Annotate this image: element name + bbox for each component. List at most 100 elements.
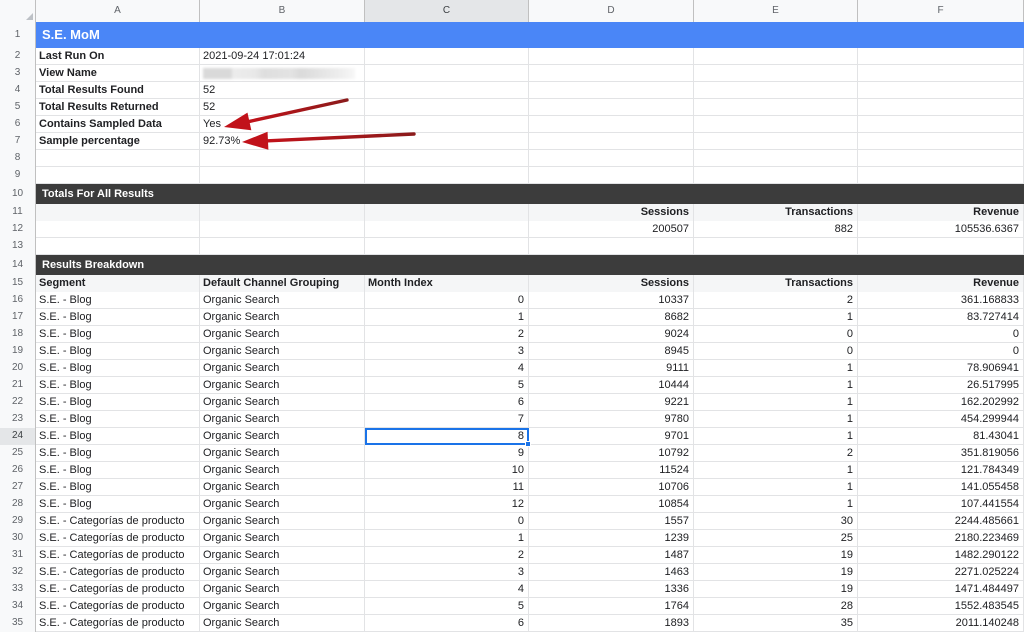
empty-cell[interactable]: [694, 99, 858, 116]
cell-month-index[interactable]: 3: [365, 343, 529, 360]
cell-month-index[interactable]: 0: [365, 513, 529, 530]
cell-transactions[interactable]: 35: [694, 615, 858, 632]
cell-channel-grouping[interactable]: Organic Search: [200, 309, 365, 326]
empty-cell[interactable]: [694, 133, 858, 150]
cell-sessions[interactable]: 9701: [529, 428, 694, 445]
table-row[interactable]: 18 S.E. - Blog Organic Search 2 9024 0 0: [0, 326, 1024, 343]
cell-transactions[interactable]: 19: [694, 564, 858, 581]
row-header-20[interactable]: 20: [0, 360, 36, 377]
totals-header-revenue[interactable]: Revenue: [858, 204, 1024, 221]
empty-cell[interactable]: [529, 99, 694, 116]
title-banner-cell[interactable]: S.E. MoM: [36, 22, 1024, 48]
column-header-d[interactable]: D: [529, 0, 694, 22]
row-header-32[interactable]: 32: [0, 564, 36, 581]
table-row[interactable]: 7 Sample percentage 92.73%: [0, 133, 1024, 150]
cell-segment[interactable]: S.E. - Categorías de producto: [36, 513, 200, 530]
cell-segment[interactable]: S.E. - Blog: [36, 377, 200, 394]
empty-cell[interactable]: [858, 65, 1024, 82]
empty-cell[interactable]: [529, 48, 694, 65]
empty-cell[interactable]: [858, 133, 1024, 150]
empty-cell[interactable]: [365, 133, 529, 150]
summary-value-sample-percentage[interactable]: 92.73%: [200, 133, 365, 150]
row-header-12[interactable]: 12: [0, 221, 36, 238]
table-row[interactable]: 5 Total Results Returned 52: [0, 99, 1024, 116]
cell-transactions[interactable]: 1: [694, 428, 858, 445]
cell-month-index[interactable]: 10: [365, 462, 529, 479]
row-header-3[interactable]: 3: [0, 65, 36, 82]
row-header-19[interactable]: 19: [0, 343, 36, 360]
cell-sessions[interactable]: 9111: [529, 360, 694, 377]
empty-cell[interactable]: [694, 48, 858, 65]
cell-channel-grouping[interactable]: Organic Search: [200, 292, 365, 309]
table-row[interactable]: 3 View Name: [0, 65, 1024, 82]
spreadsheet-canvas[interactable]: A B C D E F 1 S.E. MoM 2 Last Run On 202…: [0, 0, 1024, 639]
row-header-25[interactable]: 25: [0, 445, 36, 462]
select-all-corner[interactable]: [0, 0, 36, 22]
table-row[interactable]: 19 S.E. - Blog Organic Search 3 8945 0 0: [0, 343, 1024, 360]
column-header-f[interactable]: F: [858, 0, 1024, 22]
row-header-23[interactable]: 23: [0, 411, 36, 428]
breakdown-header-sessions[interactable]: Sessions: [529, 275, 694, 292]
cell-channel-grouping[interactable]: Organic Search: [200, 581, 365, 598]
cell-sessions[interactable]: 1463: [529, 564, 694, 581]
cell-revenue[interactable]: 83.727414: [858, 309, 1024, 326]
cell-segment[interactable]: S.E. - Categorías de producto: [36, 530, 200, 547]
cell-segment[interactable]: S.E. - Blog: [36, 445, 200, 462]
row-header-27[interactable]: 27: [0, 479, 36, 496]
cell-segment[interactable]: S.E. - Blog: [36, 428, 200, 445]
table-row[interactable]: 31 S.E. - Categorías de producto Organic S…: [0, 547, 1024, 564]
cell-channel-grouping[interactable]: Organic Search: [200, 598, 365, 615]
totals-value-transactions[interactable]: 882: [694, 221, 858, 238]
cell-revenue[interactable]: 78.906941: [858, 360, 1024, 377]
row-header-13[interactable]: 13: [0, 238, 36, 255]
table-row[interactable]: 23 S.E. - Blog Organic Search 7 9780 1 454.299…: [0, 411, 1024, 428]
cell-channel-grouping[interactable]: Organic Search: [200, 445, 365, 462]
table-row[interactable]: 25 S.E. - Blog Organic Search 9 10792 2 351.81…: [0, 445, 1024, 462]
row-header-26[interactable]: 26: [0, 462, 36, 479]
table-row[interactable]: 4 Total Results Found 52: [0, 82, 1024, 99]
row-header-10[interactable]: 10: [0, 184, 36, 204]
cell-sessions[interactable]: 1764: [529, 598, 694, 615]
cell-channel-grouping[interactable]: Organic Search: [200, 394, 365, 411]
cell-month-index[interactable]: 0: [365, 292, 529, 309]
cell-sessions[interactable]: 9780: [529, 411, 694, 428]
breakdown-header-revenue[interactable]: Revenue: [858, 275, 1024, 292]
empty-cell[interactable]: [36, 150, 200, 167]
cell-channel-grouping[interactable]: Organic Search: [200, 343, 365, 360]
cell-revenue[interactable]: 2271.025224: [858, 564, 1024, 581]
empty-cell[interactable]: [365, 238, 529, 255]
row-header-29[interactable]: 29: [0, 513, 36, 530]
cell-segment[interactable]: S.E. - Blog: [36, 462, 200, 479]
cell-transactions[interactable]: 0: [694, 326, 858, 343]
cell-sessions[interactable]: 11524: [529, 462, 694, 479]
empty-cell[interactable]: [694, 167, 858, 184]
cell-transactions[interactable]: 28: [694, 598, 858, 615]
row-header-2[interactable]: 2: [0, 48, 36, 65]
summary-value-view-name-redacted[interactable]: [200, 65, 365, 82]
cell-revenue[interactable]: 351.819056: [858, 445, 1024, 462]
table-row[interactable]: 15 Segment Default Channel Grouping Mont…: [0, 275, 1024, 292]
table-row[interactable]: 11 Sessions Transactions Revenue: [0, 204, 1024, 221]
row-header-6[interactable]: 6: [0, 116, 36, 133]
cell-sessions[interactable]: 1893: [529, 615, 694, 632]
column-header-c[interactable]: C: [365, 0, 529, 22]
table-row[interactable]: 27 S.E. - Blog Organic Search 11 10706 1 141.0…: [0, 479, 1024, 496]
totals-value-a[interactable]: [36, 221, 200, 238]
empty-cell[interactable]: [365, 82, 529, 99]
empty-cell[interactable]: [200, 150, 365, 167]
cell-revenue[interactable]: 81.43041: [858, 428, 1024, 445]
cell-revenue[interactable]: 2180.223469: [858, 530, 1024, 547]
cell-transactions[interactable]: 1: [694, 360, 858, 377]
cell-transactions[interactable]: 2: [694, 445, 858, 462]
table-row[interactable]: 6 Contains Sampled Data Yes: [0, 116, 1024, 133]
empty-cell[interactable]: [694, 82, 858, 99]
cell-channel-grouping[interactable]: Organic Search: [200, 428, 365, 445]
totals-value-revenue[interactable]: 105536.6367: [858, 221, 1024, 238]
table-row[interactable]: 35 S.E. - Categorías de producto Organic S…: [0, 615, 1024, 632]
row-header-17[interactable]: 17: [0, 309, 36, 326]
column-header-a[interactable]: A: [36, 0, 200, 22]
row-header-28[interactable]: 28: [0, 496, 36, 513]
cell-segment[interactable]: S.E. - Categorías de producto: [36, 564, 200, 581]
table-row[interactable]: 13: [0, 238, 1024, 255]
row-header-16[interactable]: 16: [0, 292, 36, 309]
